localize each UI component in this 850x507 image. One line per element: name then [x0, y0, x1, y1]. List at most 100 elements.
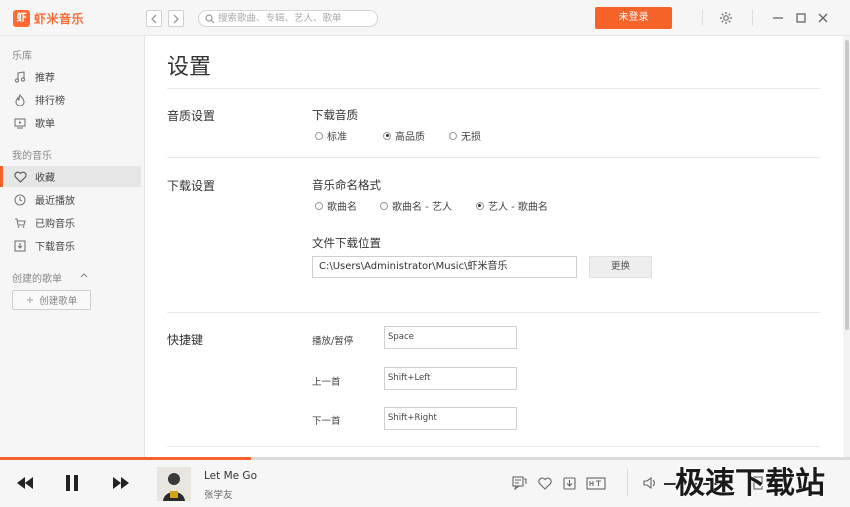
sidebar-item-charts[interactable]: 排行榜 [0, 89, 141, 110]
toolbar-divider [702, 10, 703, 26]
toolbar-divider [752, 10, 753, 26]
app-name: 虾米音乐 [34, 11, 85, 26]
create-playlist-button[interactable]: + 创建歌单 [12, 290, 91, 310]
radio-label: 标准 [327, 132, 347, 143]
maximize-icon[interactable] [793, 10, 809, 26]
radio-quality-high[interactable]: 高品质 [383, 128, 425, 143]
hotkeys-section-label: 快捷键 [167, 333, 204, 347]
download-path-field[interactable]: C:\Users\Administrator\Music\虾米音乐 [312, 256, 577, 278]
hotkey-input-previous[interactable]: Shift+Left [384, 367, 517, 390]
radio-quality-standard[interactable]: 标准 [315, 128, 347, 143]
quality-badge-icon[interactable] [585, 475, 607, 491]
naming-radio-group: 歌曲名 歌曲名 - 艺人 艺人 - 歌曲名 [315, 198, 562, 213]
sidebar-section-created-playlists: 创建的歌单 [12, 274, 62, 285]
sidebar-item-recent[interactable]: 最近播放 [0, 189, 141, 210]
sidebar-item-label: 最近播放 [35, 196, 75, 207]
album-art[interactable] [157, 467, 191, 501]
download-location-title: 文件下载位置 [312, 236, 381, 250]
radio-naming-artist-title[interactable]: 艺人 - 歌曲名 [475, 198, 548, 213]
divider [167, 88, 820, 89]
sidebar-item-label: 排行榜 [35, 96, 65, 107]
radio-circle-checked [475, 201, 484, 210]
download-icon [13, 239, 27, 253]
sidebar-item-purchased[interactable]: 已购音乐 [0, 212, 141, 233]
radio-label: 歌曲名 [327, 202, 357, 213]
sidebar-item-downloads[interactable]: 下载音乐 [0, 235, 141, 256]
sidebar-item-label: 歌单 [35, 119, 55, 130]
change-location-button[interactable]: 更换 [589, 256, 652, 278]
track-artist[interactable]: 张学友 [204, 487, 233, 501]
sidebar-section-library: 乐库 [12, 51, 32, 62]
login-button[interactable]: 未登录 [595, 7, 672, 29]
quality-radio-group: 标准 高品质 无损 [315, 128, 495, 143]
hotkey-label-previous: 上一首 [312, 377, 341, 388]
hotkey-input-play-pause[interactable]: Space [384, 326, 517, 349]
volume-icon[interactable] [643, 475, 659, 491]
download-icon[interactable] [561, 475, 577, 491]
hotkey-input-next[interactable]: Shift+Right [384, 407, 517, 430]
next-track-icon[interactable] [111, 475, 131, 491]
hotkey-label-next: 下一首 [312, 416, 341, 427]
download-quality-title: 下载音质 [312, 108, 358, 122]
playlist-icon [13, 116, 27, 130]
page-title: 设置 [167, 55, 212, 80]
radio-label: 艺人 - 歌曲名 [487, 202, 548, 213]
hotkey-label-play-pause: 播放/暂停 [312, 336, 354, 347]
app-logo-badge: 虾 [13, 9, 30, 27]
previous-track-icon[interactable] [15, 475, 35, 491]
forward-button[interactable] [168, 10, 184, 27]
chevron-up-icon[interactable] [80, 271, 88, 281]
radio-naming-title[interactable]: 歌曲名 [315, 198, 357, 213]
fire-icon [13, 93, 27, 107]
track-title[interactable]: Let Me Go [204, 470, 257, 482]
sidebar: 乐库 推荐 排行榜 歌单 我的音乐 收藏 最近播放 已购音乐 下载音乐 创建的歌… [0, 36, 145, 457]
music-note-icon [13, 70, 27, 84]
search-box [198, 10, 378, 27]
divider [167, 312, 820, 313]
heart-icon[interactable] [537, 475, 553, 491]
divider [167, 157, 820, 158]
radio-quality-lossless[interactable]: 无损 [449, 128, 481, 143]
radio-circle [380, 201, 388, 210]
settings-panel: 设置 音质设置 下载音质 标准 高品质 无损 下载设置 音乐命名格式 歌曲名 歌… [145, 36, 850, 457]
scrollbar-thumb[interactable] [845, 40, 849, 330]
quality-section-label: 音质设置 [167, 109, 216, 123]
chevron-left-icon [151, 14, 157, 23]
app-logo[interactable]: 虾 虾米音乐 [13, 9, 84, 27]
radio-label: 歌曲名 - 艺人 [392, 202, 452, 213]
plus-icon: + [25, 294, 35, 306]
download-section-label: 下载设置 [167, 179, 216, 193]
heart-icon [13, 170, 27, 184]
back-button[interactable] [146, 10, 162, 27]
sidebar-section-my-music: 我的音乐 [12, 151, 52, 162]
clock-icon [13, 193, 27, 207]
sidebar-item-playlists[interactable]: 歌单 [0, 112, 141, 133]
radio-circle [315, 201, 323, 210]
sidebar-item-favorites[interactable]: 收藏 [0, 166, 141, 187]
sidebar-item-label: 下载音乐 [35, 242, 75, 253]
sidebar-item-label: 收藏 [35, 173, 55, 184]
watermark-text: 极速下载站 [675, 466, 825, 501]
radio-circle [315, 131, 323, 140]
radio-circle [449, 131, 457, 140]
radio-circle-checked [383, 131, 391, 140]
sidebar-item-label: 推荐 [35, 73, 55, 84]
close-icon[interactable] [815, 10, 831, 26]
minimize-icon[interactable] [770, 10, 786, 26]
lyrics-icon[interactable] [511, 475, 527, 491]
progress-fill [0, 457, 251, 460]
sidebar-item-recommend[interactable]: 推荐 [0, 66, 141, 87]
chevron-right-icon [173, 14, 179, 23]
sidebar-item-label: 已购音乐 [35, 219, 75, 230]
radio-label: 无损 [461, 132, 481, 143]
pause-icon[interactable] [62, 473, 82, 493]
settings-gear-icon[interactable] [718, 10, 734, 26]
create-playlist-label: 创建歌单 [39, 296, 78, 307]
radio-naming-title-artist[interactable]: 歌曲名 - 艺人 [380, 198, 452, 213]
cart-icon [13, 216, 27, 230]
search-icon [205, 14, 215, 24]
player-divider [627, 468, 628, 496]
naming-format-title: 音乐命名格式 [312, 178, 381, 192]
search-input[interactable] [218, 11, 376, 26]
radio-label: 高品质 [395, 132, 425, 143]
